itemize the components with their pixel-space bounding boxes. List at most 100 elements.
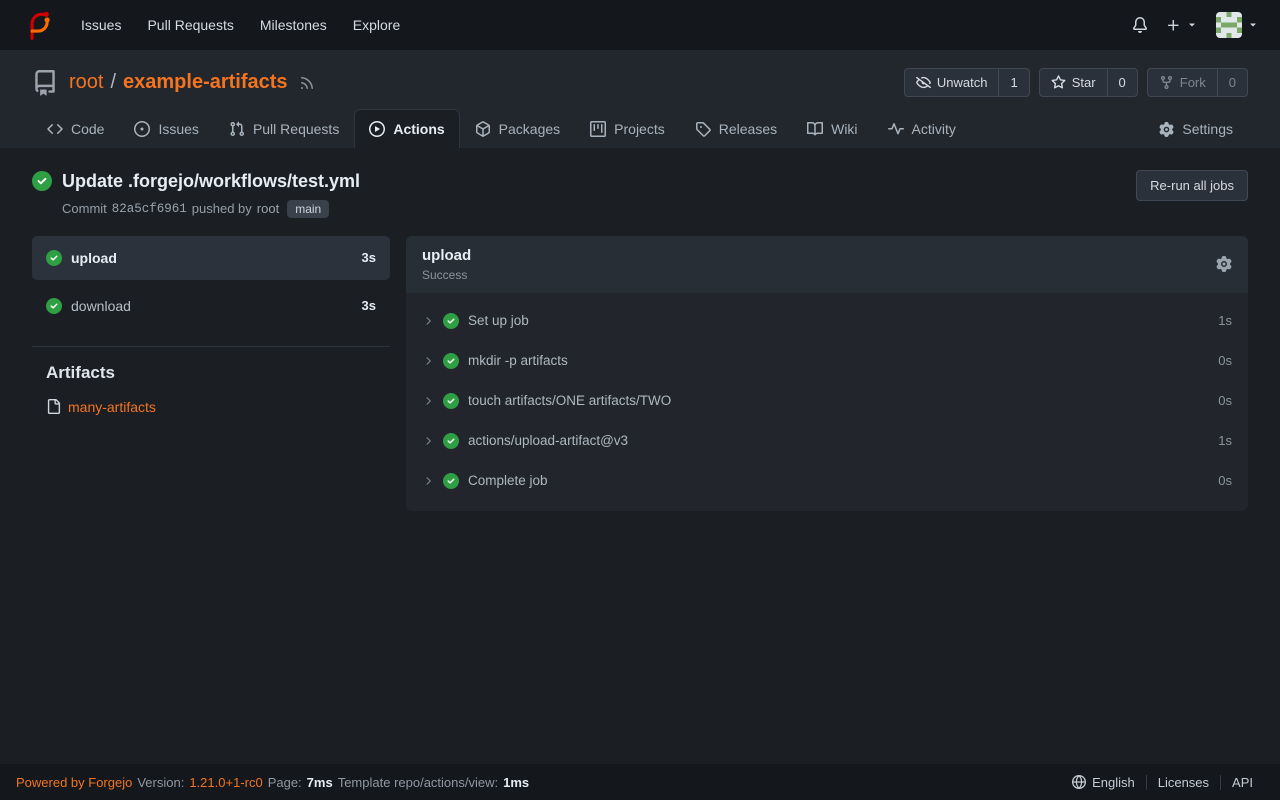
artifact-link-many-artifacts[interactable]: many-artifacts: [46, 399, 390, 415]
tab-actions[interactable]: Actions: [354, 109, 459, 148]
forgejo-logo[interactable]: [18, 8, 52, 42]
job-item-download[interactable]: download 3s: [32, 284, 390, 328]
star-button[interactable]: Star 0: [1039, 68, 1138, 97]
fork-button[interactable]: Fork 0: [1147, 68, 1248, 97]
star-icon: [1051, 75, 1066, 90]
artifact-name: many-artifacts: [68, 399, 156, 415]
project-board-icon: [590, 121, 606, 137]
job-duration: 3s: [362, 250, 376, 265]
create-new-button[interactable]: [1157, 12, 1207, 39]
job-detail-status: Success: [422, 268, 471, 282]
job-duration: 3s: [362, 298, 376, 313]
pulse-icon: [888, 121, 904, 137]
tab-packages[interactable]: Packages: [460, 109, 575, 148]
rerun-all-jobs-button[interactable]: Re-run all jobs: [1136, 170, 1248, 201]
footer-meta: Powered by Forgejo Version: 1.21.0+1-rc0…: [16, 775, 529, 790]
step-row-complete[interactable]: Complete job 0s: [406, 461, 1248, 501]
tab-code[interactable]: Code: [32, 109, 119, 148]
star-label: Star: [1072, 75, 1096, 90]
commit-author-link[interactable]: root: [257, 201, 279, 216]
plus-icon: [1166, 18, 1181, 33]
nav-item-explore[interactable]: Explore: [340, 9, 413, 41]
tag-icon: [695, 121, 711, 137]
book-icon: [807, 121, 823, 137]
run-title: Update .forgejo/workflows/test.yml: [62, 170, 360, 193]
actions-run-view: Update .forgejo/workflows/test.yml Commi…: [0, 148, 1280, 764]
nav-item-pull-requests[interactable]: Pull Requests: [134, 9, 246, 41]
top-navbar: Issues Pull Requests Milestones Explore: [0, 0, 1280, 50]
job-options-gear-icon[interactable]: [1216, 256, 1232, 272]
step-row-setup[interactable]: Set up job 1s: [406, 301, 1248, 341]
rss-icon[interactable]: [299, 75, 315, 91]
job-detail-panel: upload Success Set up job 1s mkdir -p ar…: [406, 236, 1248, 511]
globe-icon: [1072, 775, 1086, 789]
file-icon: [46, 399, 61, 414]
pushed-by-label: pushed by: [192, 201, 252, 216]
user-avatar: [1216, 12, 1242, 38]
step-row-touch[interactable]: touch artifacts/ONE artifacts/TWO 0s: [406, 381, 1248, 421]
licenses-link[interactable]: Licenses: [1146, 775, 1220, 790]
branch-badge[interactable]: main: [287, 200, 329, 218]
repo-owner-link[interactable]: root: [69, 71, 103, 94]
step-row-upload-artifact[interactable]: actions/upload-artifact@v3 1s: [406, 421, 1248, 461]
job-success-icon: [46, 298, 62, 314]
chevron-right-icon: [422, 475, 434, 487]
commit-label: Commit: [62, 201, 107, 216]
job-detail-titles: upload Success: [422, 247, 471, 282]
tab-settings[interactable]: Settings: [1144, 109, 1248, 148]
tab-activity[interactable]: Activity: [873, 109, 971, 148]
issue-icon: [134, 121, 150, 137]
user-menu-button[interactable]: [1207, 6, 1268, 44]
job-name: download: [71, 298, 131, 314]
step-success-icon: [443, 313, 459, 329]
repo-name-link[interactable]: example-artifacts: [123, 71, 288, 94]
chevron-right-icon: [422, 355, 434, 367]
job-item-upload[interactable]: upload 3s: [32, 236, 390, 280]
repo-title-row: root / example-artifacts Unwatch 1: [32, 68, 1248, 97]
tab-releases[interactable]: Releases: [680, 109, 792, 148]
run-title-block: Update .forgejo/workflows/test.yml Commi…: [62, 170, 360, 218]
eye-slash-icon: [916, 75, 931, 90]
tab-wiki[interactable]: Wiki: [792, 109, 872, 148]
step-success-icon: [443, 473, 459, 489]
tab-issues[interactable]: Issues: [119, 109, 213, 148]
fork-count[interactable]: 0: [1217, 69, 1247, 96]
caret-down-icon: [1186, 19, 1198, 31]
tab-pull-requests[interactable]: Pull Requests: [214, 109, 354, 148]
unwatch-label: Unwatch: [937, 75, 988, 90]
watch-count[interactable]: 1: [998, 69, 1028, 96]
api-link[interactable]: API: [1220, 775, 1264, 790]
star-count[interactable]: 0: [1107, 69, 1137, 96]
job-sidebar: upload 3s download 3s Artifacts many-art…: [32, 236, 390, 415]
run-body: upload 3s download 3s Artifacts many-art…: [32, 236, 1248, 511]
version-label: Version:: [137, 775, 184, 790]
nav-item-issues[interactable]: Issues: [68, 9, 134, 41]
unwatch-button[interactable]: Unwatch 1: [904, 68, 1030, 97]
commit-sha-link[interactable]: 82a5cf6961: [112, 202, 187, 216]
job-detail-name: upload: [422, 247, 471, 264]
play-circle-icon: [369, 121, 385, 137]
run-commit-line: Commit 82a5cf6961 pushed by root main: [62, 200, 360, 218]
package-icon: [475, 121, 491, 137]
job-steps-list: Set up job 1s mkdir -p artifacts 0s touc…: [406, 293, 1248, 511]
nav-item-milestones[interactable]: Milestones: [247, 9, 340, 41]
page-time-label: Page:: [268, 775, 302, 790]
footer-links: English Licenses API: [1061, 775, 1264, 790]
tab-projects[interactable]: Projects: [575, 109, 680, 148]
template-time-label: Template repo/actions/view:: [338, 775, 498, 790]
fork-label: Fork: [1180, 75, 1206, 90]
job-detail-header: upload Success: [406, 236, 1248, 293]
sidebar-divider: [32, 346, 390, 347]
step-row-mkdir[interactable]: mkdir -p artifacts 0s: [406, 341, 1248, 381]
repo-icon: [32, 70, 58, 96]
gear-icon: [1159, 122, 1174, 137]
run-header: Update .forgejo/workflows/test.yml Commi…: [32, 170, 1248, 218]
chevron-right-icon: [422, 435, 434, 447]
version-link[interactable]: 1.21.0+1-rc0: [189, 775, 262, 790]
repo-action-buttons: Unwatch 1 Star 0 Fork: [904, 68, 1248, 97]
template-time-value: 1ms: [503, 775, 529, 790]
notifications-button[interactable]: [1123, 11, 1157, 39]
powered-by-link[interactable]: Powered by Forgejo: [16, 775, 132, 790]
page-footer: Powered by Forgejo Version: 1.21.0+1-rc0…: [0, 764, 1280, 800]
language-selector[interactable]: English: [1061, 775, 1146, 790]
